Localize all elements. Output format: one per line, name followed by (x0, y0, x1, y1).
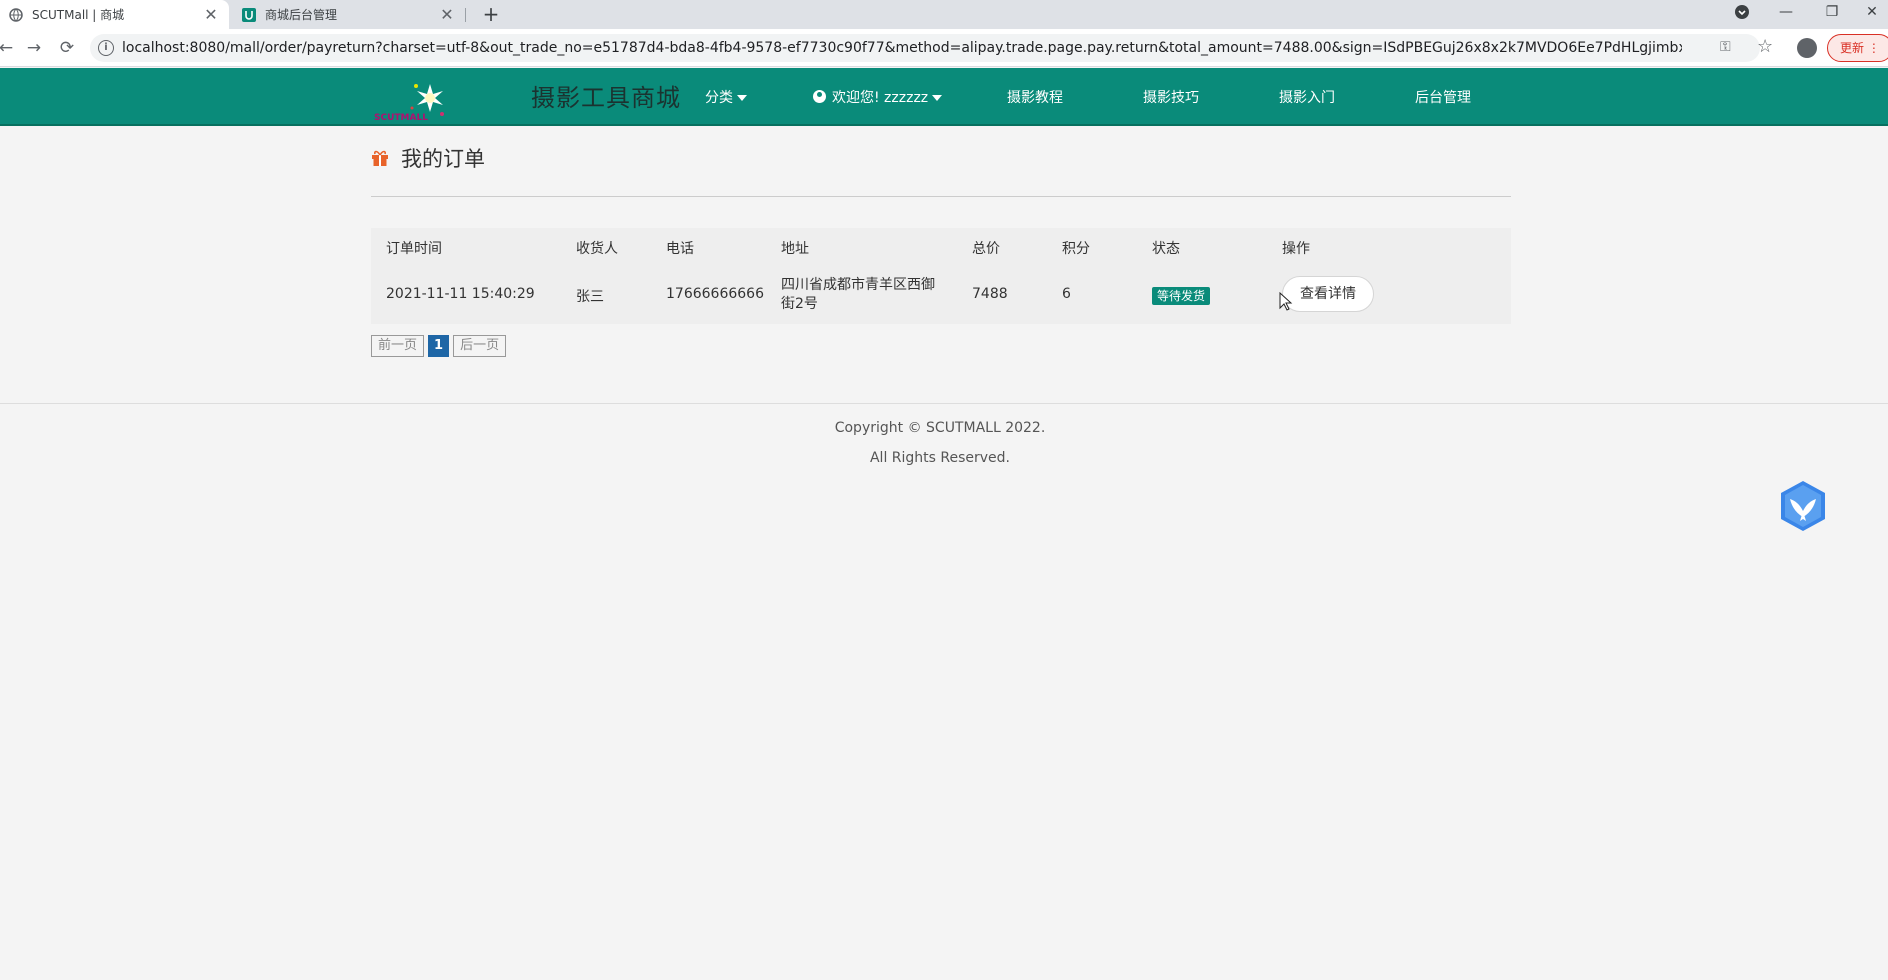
order-points: 6 (1062, 286, 1071, 302)
col-header-total: 总价 (972, 241, 1000, 257)
col-header-action: 操作 (1282, 241, 1310, 257)
nav-skills[interactable]: 摄影技巧 (1143, 87, 1199, 107)
next-page-button[interactable]: 后一页 (453, 335, 507, 357)
close-tab-icon[interactable]: ✕ (439, 5, 455, 24)
tab-title: SCUTMall | 商城 (32, 8, 125, 22)
page-heading: 我的订单 (371, 143, 485, 173)
url-text[interactable]: localhost:8080/mall/order/payreturn?char… (122, 40, 1682, 56)
col-header-time: 订单时间 (386, 241, 442, 257)
close-window-icon[interactable]: ✕ (1856, 0, 1888, 24)
col-header-address: 地址 (781, 241, 809, 257)
logo-text: SCUTMALL (374, 113, 428, 122)
nav-user-dropdown[interactable]: 欢迎您! zzzzzz (813, 87, 943, 107)
col-header-receiver: 收货人 (576, 241, 618, 257)
caret-down-icon (737, 95, 747, 101)
page-title: 我的订单 (401, 147, 485, 171)
minimize-icon[interactable]: — (1766, 0, 1806, 24)
col-header-points: 积分 (1062, 241, 1090, 257)
bookmark-star-icon[interactable]: ☆ (1757, 36, 1773, 57)
back-arrow-icon[interactable]: ← (0, 36, 18, 60)
footer-copyright: Copyright © SCUTMALL 2022. (834, 420, 1046, 436)
mouse-cursor-icon (1279, 291, 1293, 312)
footer-divider (0, 403, 1888, 404)
col-header-phone: 电话 (666, 241, 694, 257)
site-info-icon[interactable]: i (98, 40, 114, 56)
tab-search-icon[interactable] (1722, 0, 1762, 24)
order-time: 2021-11-11 15:40:29 (386, 286, 535, 302)
gift-icon (371, 149, 389, 167)
forward-arrow-icon[interactable]: → (22, 36, 46, 60)
pagination: 前一页 1 后一页 (371, 335, 507, 357)
browser-tab-scutmall[interactable]: SCUTMall | 商城 ✕ (0, 0, 229, 29)
caret-down-icon (932, 95, 943, 101)
profile-avatar-icon[interactable] (1797, 38, 1817, 58)
nav-tutorials[interactable]: 摄影教程 (1007, 87, 1063, 107)
scutmall-logo[interactable]: SCUTMALL (372, 78, 454, 123)
floating-assistant-bird-icon[interactable] (1776, 479, 1830, 533)
footer-rights: All Rights Reserved. (869, 450, 1011, 466)
view-details-button[interactable]: 查看详情 (1282, 276, 1374, 312)
site-header: SCUTMALL 摄影工具商城 分类 欢迎您! zzzzzz 摄影教程 摄影技巧… (0, 68, 1888, 126)
browser-tab-strip: SCUTMall | 商城 ✕ 商城后台管理 ✕ + — ❐ ✕ (0, 0, 1888, 29)
order-receiver: 张三 (576, 289, 604, 305)
col-header-status: 状态 (1152, 241, 1180, 257)
browser-tab-admin[interactable]: 商城后台管理 ✕ (233, 0, 465, 29)
browser-toolbar: ← → ⟳ i localhost:8080/mall/order/payret… (0, 29, 1888, 67)
restore-icon[interactable]: ❐ (1812, 0, 1852, 24)
user-icon (813, 90, 826, 103)
address-bar[interactable]: i localhost:8080/mall/order/payreturn?ch… (90, 34, 1760, 62)
update-button[interactable]: 更新 ⋮ (1827, 34, 1888, 62)
orders-table: 订单时间 收货人 电话 地址 总价 积分 状态 操作 2021-11-11 15… (371, 228, 1511, 324)
prev-page-button[interactable]: 前一页 (371, 335, 425, 357)
reload-icon[interactable]: ⟳ (55, 36, 79, 60)
status-badge: 等待发货 (1152, 287, 1211, 305)
current-page-button[interactable]: 1 (428, 335, 450, 357)
nav-intro[interactable]: 摄影入门 (1279, 87, 1335, 107)
close-tab-icon[interactable]: ✕ (203, 5, 219, 24)
order-total: 7488 (972, 286, 1008, 302)
globe-icon (8, 7, 24, 23)
order-address: 四川省成都市青羊区西御街2号 (781, 277, 935, 312)
nav-category-dropdown[interactable]: 分类 (705, 87, 747, 107)
new-tab-plus-icon[interactable]: + (479, 2, 503, 26)
tab-separator (465, 8, 466, 22)
tab-title: 商城后台管理 (265, 8, 338, 22)
title-divider (371, 196, 1511, 197)
key-icon[interactable]: ⚿ (1720, 39, 1731, 55)
admin-favicon-icon (241, 7, 257, 23)
brand-title[interactable]: 摄影工具商城 (531, 78, 681, 113)
order-phone: 17666666666 (666, 286, 764, 302)
nav-admin[interactable]: 后台管理 (1415, 87, 1471, 107)
